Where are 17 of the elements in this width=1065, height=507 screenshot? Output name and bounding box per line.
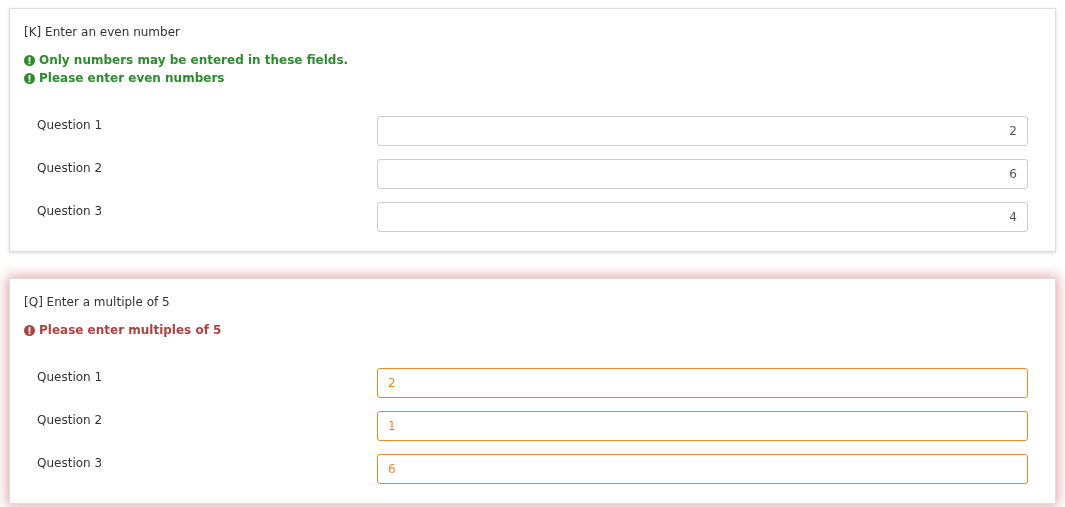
question-label: Question 1 — [36, 118, 104, 132]
question-label: Question 3 — [36, 456, 104, 470]
question-title: [K] Enter an even number — [24, 24, 181, 41]
question-label: Question 1 — [36, 370, 104, 384]
exclamation-icon — [24, 55, 35, 66]
question-title: [Q] Enter a multiple of 5 — [24, 294, 171, 311]
answer-field[interactable]: 2 — [377, 116, 1028, 146]
question-label: Question 3 — [36, 204, 104, 218]
question-label: Question 2 — [36, 161, 104, 175]
answer-field[interactable]: 6 — [377, 159, 1028, 189]
validation-message: Only numbers may be entered in these fields. — [39, 53, 349, 68]
question-label: Question 2 — [36, 413, 104, 427]
exclamation-icon — [24, 325, 35, 336]
answer-field[interactable]: 4 — [377, 202, 1028, 232]
exclamation-icon — [24, 73, 35, 84]
validation-message: Please enter multiples of 5 — [39, 323, 222, 338]
validation-message: Please enter even numbers — [39, 71, 225, 86]
